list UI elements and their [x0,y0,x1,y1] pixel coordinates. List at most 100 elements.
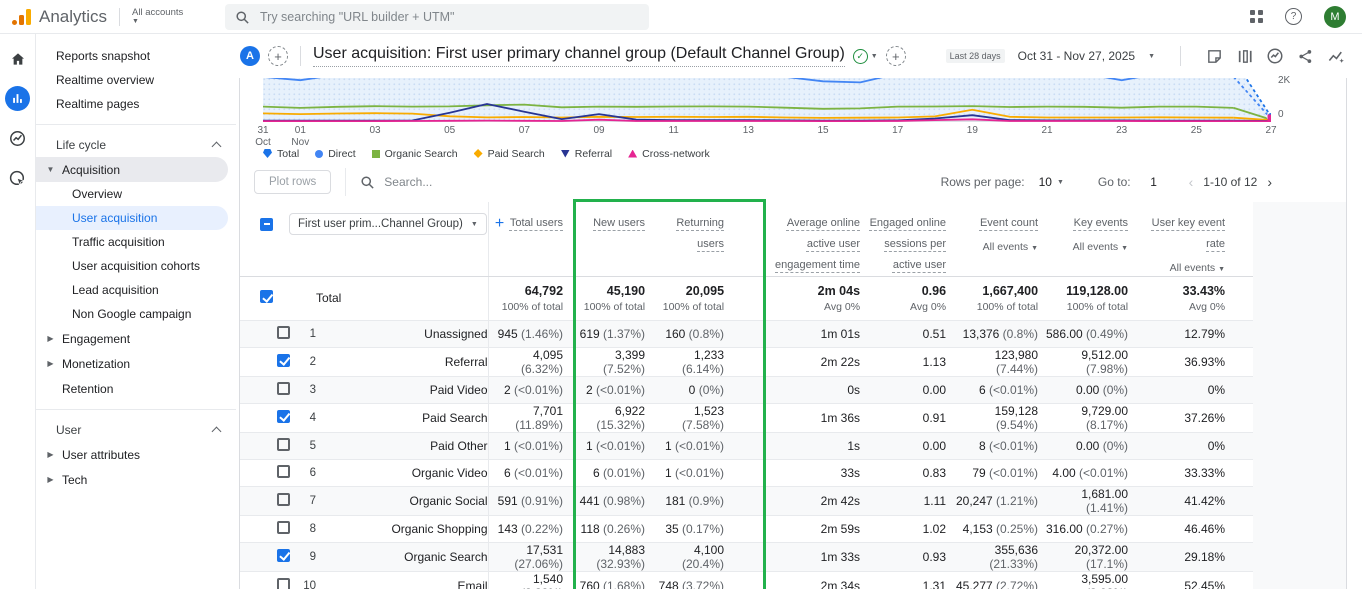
chart-plot-area[interactable] [263,78,1271,122]
dimension-dropdown[interactable]: First user prim...Channel Group) ▼ [289,213,487,235]
row-checkbox[interactable] [277,354,290,367]
advertising-icon[interactable] [5,166,30,191]
chevron-down-icon: ▼ [1148,53,1155,60]
metric-cell: 2 (<0.01%) [488,376,573,403]
row-checkbox[interactable] [277,549,290,562]
avatar[interactable]: M [1324,6,1346,28]
goto-label: Go to: [1098,175,1131,189]
legend-item-direct[interactable]: Direct [315,148,355,160]
total-series-marker-icon [263,149,272,158]
row-checkbox[interactable] [277,326,290,339]
home-icon[interactable] [5,46,30,71]
metric-cell: 1.11 [868,486,953,515]
chevron-down-icon[interactable]: ▼ [1057,179,1064,186]
add-dimension-button[interactable]: + [495,215,504,233]
row-checkbox[interactable] [277,410,290,423]
account-switcher[interactable]: All accounts ▼ [132,7,183,27]
legend-item-total[interactable]: Total [263,148,299,160]
plot-rows-button[interactable]: Plot rows [254,170,331,194]
row-checkbox[interactable] [277,438,290,451]
sidebar-item-reports-snapshot[interactable]: Reports snapshot [36,44,236,68]
sidebar-item-non-google-campaign[interactable]: Non Google campaign [36,302,228,326]
total-row-checkbox[interactable] [260,290,273,303]
row-checkbox[interactable] [277,493,290,506]
x-axis-tick: 17 [892,125,903,137]
row-checkbox[interactable] [277,465,290,478]
workspace-badge[interactable]: A [240,46,260,66]
report-status-badge[interactable]: ✓ ▼ [853,49,878,64]
column-header-user-key-event-rate[interactable]: User key event rate All events ▼ [1133,202,1253,276]
global-search-input[interactable] [260,10,639,24]
date-range-picker[interactable]: Oct 31 - Nov 27, 2025 [1018,49,1135,63]
row-checkbox[interactable] [277,578,290,589]
analytics-logo[interactable] [12,8,31,25]
insights-circle-icon[interactable] [1266,47,1284,65]
column-header-event-count[interactable]: Event count All events ▼ [953,202,1043,276]
metric-cell: 4,100 (20.4%) [653,542,766,571]
event-filter-dropdown[interactable]: All events ▼ [1043,241,1128,253]
sidebar-section-user[interactable]: User [36,418,236,442]
sidebar-item-lead-acquisition[interactable]: Lead acquisition [36,278,228,302]
sidebar-item-traffic-acquisition[interactable]: Traffic acquisition [36,230,228,254]
row-checkbox[interactable] [277,382,290,395]
event-filter-dropdown[interactable]: All events ▼ [1133,262,1225,274]
compare-reports-icon[interactable] [1236,48,1253,65]
timeseries-chart[interactable]: 2K 0 [240,78,1346,122]
select-all-checkbox[interactable] [260,218,273,231]
next-page-icon[interactable]: › [1261,174,1278,190]
legend-item-organic-search[interactable]: Organic Search [372,148,458,160]
reports-icon[interactable] [5,86,30,111]
table-row: 5Paid Other1 (<0.01%)1 (<0.01%)1 (<0.01%… [240,432,1253,459]
column-header-total-users[interactable]: Total users [488,202,573,276]
metric-cell: 0 (0%) [653,376,766,403]
add-comparison-button[interactable]: + [268,46,288,66]
metric-cell: 17,531 (27.06%) [488,542,573,571]
table-search-input[interactable] [384,175,544,189]
main-content: A + User acquisition: First user primary… [236,34,1362,589]
table-search[interactable] [360,175,544,190]
share-icon[interactable] [1297,48,1314,65]
chevron-down-icon: ▼ [471,221,478,228]
column-header-avg-engagement-time[interactable]: Average online active user engagement ti… [766,202,868,276]
rows-per-page-value[interactable]: 10 [1039,175,1052,189]
metric-cell: 945 (1.46%) [488,320,573,347]
report-title[interactable]: User acquisition: First user primary cha… [313,45,845,67]
sidebar-item-realtime-overview[interactable]: Realtime overview [36,68,236,92]
goto-page-input[interactable] [1141,175,1167,189]
sidebar-item-engagement[interactable]: ▶ Engagement [36,326,228,351]
legend-item-cross-network[interactable]: Cross-network [628,148,710,160]
column-header-new-users[interactable]: New users [573,202,653,276]
sidebar-item-overview[interactable]: Overview [36,182,228,206]
help-icon[interactable]: ? [1285,8,1302,25]
explore-icon[interactable] [5,126,30,151]
legend-item-referral[interactable]: Referral [561,148,612,160]
google-apps-icon[interactable] [1250,10,1263,23]
column-header-key-events[interactable]: Key events All events ▼ [1043,202,1133,276]
add-filter-button[interactable]: + [886,46,906,66]
insights-sparkline-icon[interactable] [1327,47,1346,66]
column-header-engaged-sessions[interactable]: Engaged online sessions per active user [868,202,953,276]
event-filter-dropdown[interactable]: All events ▼ [953,241,1038,253]
column-header-returning-users[interactable]: Returning users [653,202,766,276]
account-switcher-label: All accounts [132,7,183,18]
sidebar-item-tech[interactable]: ▶ Tech [36,467,228,492]
sidebar-item-monetization[interactable]: ▶ Monetization [36,351,228,376]
date-preset-badge: Last 28 days [946,49,1005,63]
sidebar-item-label: Retention [62,382,113,396]
sidebar-item-user-acquisition[interactable]: User acquisition [36,206,228,230]
sidebar-item-user-acquisition-cohorts[interactable]: User acquisition cohorts [36,254,228,278]
row-checkbox[interactable] [277,521,290,534]
sidebar-item-user-attributes[interactable]: ▶ User attributes [36,442,228,467]
global-search[interactable] [225,4,649,30]
legend-item-paid-search[interactable]: Paid Search [474,148,545,160]
previous-page-icon[interactable]: ‹ [1183,174,1200,190]
metric-cell: 2m 42s [766,486,868,515]
sidebar-item-retention[interactable]: Retention [36,376,228,401]
metric-cell: 2m 22s [766,347,868,376]
metric-cell: 0% [1133,432,1253,459]
sidebar-item-acquisition[interactable]: ▼ Acquisition [36,157,228,182]
metric-cell: 13,376 (0.8%) [953,320,1043,347]
sidebar-section-life-cycle[interactable]: Life cycle [36,133,236,157]
feedback-note-icon[interactable] [1206,48,1223,65]
sidebar-item-realtime-pages[interactable]: Realtime pages [36,92,236,116]
